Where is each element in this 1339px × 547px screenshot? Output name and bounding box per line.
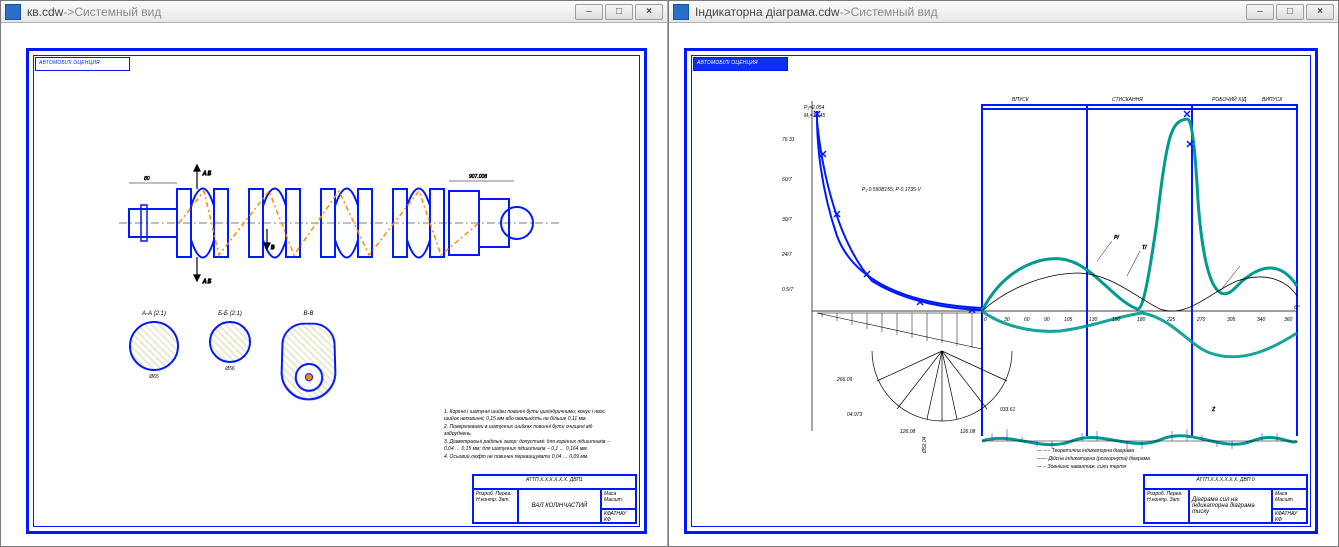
window-indicator-diagram: Індикаторна діаграма.cdw ->Системный вид… [668,0,1339,547]
svg-text:60: 60 [1024,317,1030,323]
section-b-circle [209,321,251,363]
svg-text:39/7: 39/7 [782,217,792,223]
svg-text:126.08: 126.08 [960,429,976,435]
svg-text:126.08: 126.08 [900,429,916,435]
svg-text:Θ°: Θ° [1294,305,1300,311]
svg-text:СТИСКАННЯ: СТИСКАННЯ [1112,97,1143,103]
svg-text:360: 360 [1284,317,1293,323]
section-b-label: Б-Б (2:1) [218,311,242,317]
section-v-label: В-В [303,311,313,317]
legend-1: — – – Теоретична індикаторна діаграма [1037,447,1177,455]
svg-text:180: 180 [1137,317,1146,323]
tb-signatures: Розроб. Перев. Н.контр. Зат. [473,489,518,523]
close-button[interactable]: × [1306,4,1334,20]
window-controls: – □ × [1246,4,1334,20]
svg-text:А Б: А Б [202,171,212,177]
svg-text:P₁·0.550В155; P·0.1735·V: P₁·0.550В155; P·0.1735·V [862,187,922,193]
svg-text:РОБОЧИЙ ХІД: РОБОЧИЙ ХІД [1212,95,1247,103]
svg-text:24/7: 24/7 [781,252,792,258]
legend-3: — – Зовнішнє навантаж. сили тертя [1037,463,1177,471]
svg-text:150: 150 [1112,317,1121,323]
section-a-label: А-А (2:1) [142,311,166,317]
dim-a: Ø65 [149,374,158,380]
svg-text:ВПУСК: ВПУСК [1012,97,1030,103]
section-b: Б-Б (2:1) Ø56 [209,311,251,399]
svg-text:305: 305 [1227,317,1236,323]
maximize-button[interactable]: □ [605,4,633,20]
svg-text:P₁=2.054: P₁=2.054 [804,105,825,111]
section-v-shape [280,323,337,401]
svg-text:В: В [271,245,275,251]
svg-text:76.31: 76.31 [782,137,795,143]
corner-tag: АВТОМОБІЛІ ОЦЕНЦИЯ [693,57,788,71]
indicator-diagram: ВПУСК СТИСКАННЯ РОБОЧИЙ ХІД ВИПУСК P₁=2.… [742,81,1302,501]
app-icon [5,4,21,20]
section-views: А-А (2:1) Ø65 Б-Б (2:1) Ø56 В-В [129,311,336,399]
svg-text:130: 130 [1089,317,1098,323]
tb-signatures: Розроб. Перев. Н.контр. Зат. [1144,489,1189,523]
window-title-prefix: Індикаторна діаграма.cdw [695,5,840,19]
tb-part-name: Діаграма сил на Індикаторна діаграма тис… [1189,489,1272,523]
svg-text:0.5/7: 0.5/7 [782,287,793,293]
svg-text:033.61: 033.61 [1000,407,1016,413]
corner-tag: АВТОМОБІЛІ ОЦЕНЦИЯ [35,57,130,71]
note-4: 4. Осьовий люфт не повинен перевищувати … [444,454,614,462]
svg-text:60/7: 60/7 [782,177,792,183]
window-controls: – □ × [575,4,663,20]
sheet-frame: АВТОМОБІЛІ ОЦЕНЦИЯ [26,48,647,534]
tb-part-name: ВАЛ КОЛІНЧАСТИЙ [518,489,601,523]
svg-text:270: 270 [1196,317,1206,323]
svg-text:ВИПУСК: ВИПУСК [1262,97,1283,103]
title-block-left: АТТП.Х.Х.Х.Х.Х.Х. ДВП1 Розроб. Перев. Н.… [472,474,637,524]
tb-designation: АТТП.Х.Х.Х.Х.Х.Х. ДВП 0 [1144,475,1307,489]
svg-text:30: 30 [1004,317,1010,323]
svg-text:0: 0 [984,317,987,323]
svg-text:105: 105 [1064,317,1073,323]
note-2: 2. Поверхневими в шатунних шийках повинн… [444,424,614,439]
dim-b: Ø56 [225,366,234,372]
svg-text:Ø52,04: Ø52,04 [922,436,928,454]
drawing-canvas-right[interactable]: АВТОМОБІЛІ ОЦЕНЦИЯ ВПУСК СТИСКАННЯ РОБОЧ… [669,23,1338,546]
svg-text:266.09: 266.09 [836,377,853,383]
svg-text:340: 340 [1257,317,1266,323]
svg-text:80: 80 [144,176,150,182]
svg-text:225: 225 [1166,317,1176,323]
window-title-suffix: ->Системный вид [63,5,161,19]
section-a-circle [129,321,179,371]
tb-designation: АТТП.Х.Х.Х.Х.Х.Х. ДВП1 [473,475,636,489]
tb-mass: Маса Масшт. [601,489,636,509]
sheet-frame: АВТОМОБІЛІ ОЦЕНЦИЯ ВПУСК СТИСКАННЯ РОБОЧ… [684,48,1318,534]
minimize-button[interactable]: – [575,4,603,20]
legend-2: —— Дійсна індикаторна (розгорнута) діагр… [1037,455,1177,463]
section-v: В-В [281,311,336,399]
technical-notes: 1. Корінні і шатунні шийки повинні бути … [444,409,614,462]
maximize-button[interactable]: □ [1276,4,1304,20]
note-3: 3. Діаметральні радільні зазор: допустим… [444,439,614,454]
section-a: А-А (2:1) Ø65 [129,311,179,399]
title-block-right: АТТП.Х.Х.Х.Х.Х.Х. ДВП 0 Розроб. Перев. Н… [1143,474,1308,524]
legend: — – – Теоретична індикаторна діаграма ——… [1037,447,1177,471]
crankshaft-drawing: А Б А Б В 80 907.008 [119,131,559,311]
window-title-suffix: ->Системный вид [840,5,938,19]
titlebar-left[interactable]: кв.cdw ->Системный вид – □ × [1,1,667,23]
svg-text:А Б: А Б [202,279,212,285]
window-title-prefix: кв.cdw [27,5,63,19]
close-button[interactable]: × [635,4,663,20]
tb-org: КФАТНАУ КФ [601,509,636,523]
app-icon [673,4,689,20]
svg-text:907.008: 907.008 [469,174,487,180]
svg-text:04.973: 04.973 [847,412,863,418]
note-1: 1. Корінні і шатунні шийки повинні бути … [444,409,614,424]
tb-org: КФАТНАУ КФ [1272,509,1307,523]
svg-text:P/: P/ [1114,235,1119,241]
svg-text:T/: T/ [1142,245,1147,251]
svg-text:Z: Z [1211,407,1216,413]
svg-text:90: 90 [1044,317,1050,323]
tb-mass: Маса Масшт. [1272,489,1307,509]
drawing-canvas-left[interactable]: АВТОМОБІЛІ ОЦЕНЦИЯ [1,23,667,546]
titlebar-right[interactable]: Індикаторна діаграма.cdw ->Системный вид… [669,1,1338,23]
window-crankshaft: кв.cdw ->Системный вид – □ × АВТОМОБІЛІ … [0,0,668,547]
minimize-button[interactable]: – [1246,4,1274,20]
